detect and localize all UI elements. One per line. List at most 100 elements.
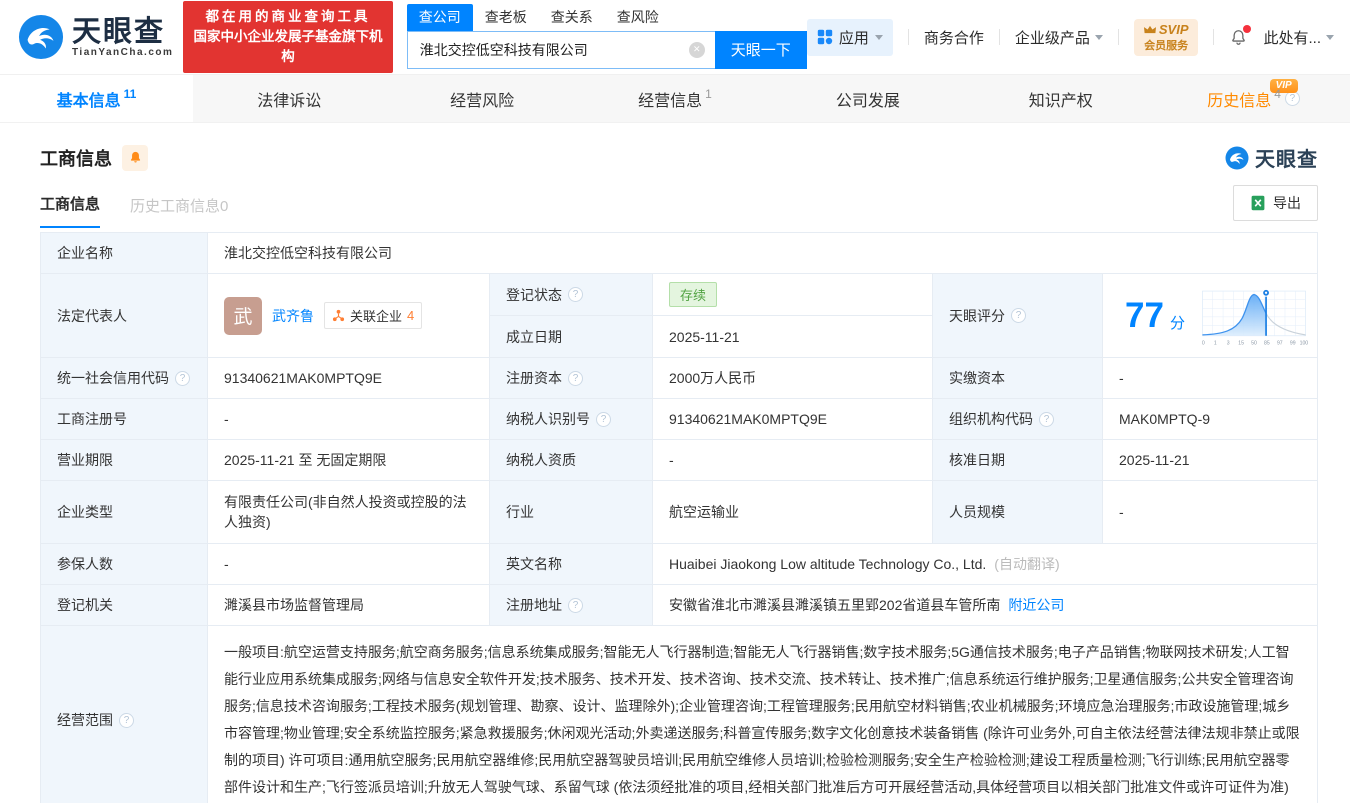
est-date-label: 成立日期 bbox=[490, 316, 653, 358]
promo-line2: 国家中小企业发展子基金旗下机构 bbox=[193, 29, 383, 64]
status-badge: 存续 bbox=[669, 282, 718, 307]
business-term-value: 2025-11-21 至 无固定期限 bbox=[208, 440, 490, 481]
legal-rep-avatar[interactable]: 武 bbox=[224, 296, 262, 335]
taxpayer-quality-label: 纳税人资质 bbox=[490, 440, 653, 481]
logo-subtitle: TianYanCha.com bbox=[72, 46, 174, 58]
help-icon[interactable] bbox=[175, 370, 190, 386]
subscribe-bell-button[interactable] bbox=[122, 144, 148, 171]
reg-number-value: - bbox=[208, 399, 490, 440]
est-date-value: 2025-11-21 bbox=[653, 316, 933, 358]
help-icon[interactable] bbox=[119, 712, 134, 728]
search-tabs: 查公司 查老板 查关系 查风险 bbox=[406, 3, 807, 31]
company-name-value: 淮北交控低空科技有限公司 bbox=[208, 233, 1317, 274]
tab-basic-info[interactable]: 基本信息 11 bbox=[0, 75, 193, 122]
excel-icon bbox=[1251, 195, 1265, 211]
section-title: 工商信息 bbox=[40, 148, 112, 169]
legal-rep-name-link[interactable]: 武齐鲁 bbox=[272, 306, 314, 326]
divider bbox=[1213, 29, 1215, 45]
related-count: 4 bbox=[407, 308, 415, 323]
tab-intellectual-property[interactable]: 知识产权 bbox=[964, 75, 1157, 122]
svip-label: SVIP bbox=[1158, 21, 1189, 37]
search-tab-company[interactable]: 查公司 bbox=[406, 3, 473, 31]
tab-history-info[interactable]: VIP 历史信息 4 bbox=[1157, 75, 1350, 122]
help-icon[interactable] bbox=[1011, 308, 1026, 323]
industry-label: 行业 bbox=[490, 481, 653, 544]
business-info-table: 企业名称 淮北交控低空科技有限公司 法定代表人 武 武齐鲁 关联企业 4 登记状… bbox=[40, 232, 1318, 803]
staff-size-value: - bbox=[1103, 481, 1317, 544]
watermark-logo: 天眼查 bbox=[1225, 143, 1318, 172]
industry-value: 航空运输业 bbox=[653, 481, 933, 544]
chevron-down-icon bbox=[1326, 35, 1334, 44]
nearby-companies-link[interactable]: 附近公司 bbox=[1008, 595, 1064, 615]
score-value: 77 分 0 1 3 15 50 85 97 99 100 bbox=[1103, 274, 1317, 358]
org-code-value: MAK0MPTQ-9 bbox=[1103, 399, 1317, 440]
watermark-text: 天眼查 bbox=[1255, 149, 1318, 171]
svg-text:99: 99 bbox=[1290, 340, 1296, 346]
credit-code-value: 91340621MAK0MPTQ9E bbox=[208, 358, 490, 399]
business-scope-value: 一般项目:航空运营支持服务;航空商务服务;信息系统集成服务;智能无人飞行器制造;… bbox=[208, 626, 1317, 803]
tab-operation-risk[interactable]: 经营风险 bbox=[386, 75, 579, 122]
help-icon[interactable] bbox=[1284, 91, 1300, 106]
related-companies-badge[interactable]: 关联企业 4 bbox=[324, 302, 423, 329]
relation-graph-icon bbox=[332, 309, 345, 322]
score-unit: 分 bbox=[1169, 315, 1185, 332]
staff-size-label: 人员规模 bbox=[933, 481, 1103, 544]
export-button[interactable]: 导出 bbox=[1233, 185, 1318, 221]
user-menu[interactable]: 此处有... bbox=[1263, 27, 1334, 48]
legal-rep-value: 武 武齐鲁 关联企业 4 bbox=[208, 274, 490, 358]
tab-count: 4 bbox=[1274, 86, 1281, 101]
help-icon[interactable] bbox=[1039, 411, 1054, 427]
membership-label: 会员服务 bbox=[1144, 39, 1189, 52]
search-button[interactable]: 天眼一下 bbox=[714, 30, 807, 69]
help-icon[interactable] bbox=[568, 370, 583, 386]
apps-menu-button[interactable]: 应用 bbox=[806, 18, 893, 56]
english-name-label: 英文名称 bbox=[490, 544, 653, 585]
company-name-label: 企业名称 bbox=[41, 233, 208, 274]
promo-line1: 都在用的商业查询工具 bbox=[205, 9, 371, 24]
business-scope-label: 经营范围 bbox=[41, 626, 208, 803]
reg-number-label: 工商注册号 bbox=[41, 399, 208, 440]
reg-authority-label: 登记机关 bbox=[41, 585, 208, 626]
svip-membership-button[interactable]: SVIP 会员服务 bbox=[1133, 18, 1199, 56]
promo-banner: 都在用的商业查询工具 国家中小企业发展子基金旗下机构 bbox=[183, 1, 393, 73]
tianyancha-logo[interactable]: 天眼查 TianYanCha.com bbox=[18, 14, 173, 60]
notifications-button[interactable] bbox=[1229, 24, 1252, 47]
taxpayer-id-label: 纳税人识别号 bbox=[490, 399, 653, 440]
menu-enterprise-products[interactable]: 企业级产品 bbox=[1015, 27, 1103, 48]
subtab-history-business-info[interactable]: 历史工商信息0 bbox=[130, 195, 228, 228]
help-icon[interactable] bbox=[568, 597, 583, 613]
score-number: 77 bbox=[1125, 296, 1164, 335]
notification-dot bbox=[1243, 24, 1252, 33]
clear-search-icon[interactable] bbox=[688, 41, 705, 58]
tab-legal-litigation[interactable]: 法律诉讼 bbox=[193, 75, 386, 122]
menu-business-cooperation[interactable]: 商务合作 bbox=[924, 27, 984, 48]
score-label: 天眼评分 bbox=[933, 274, 1103, 358]
company-nav-tabs: 基本信息 11 法律诉讼 经营风险 经营信息 1 公司发展 知识产权 VIP 历… bbox=[0, 75, 1350, 123]
search-input[interactable] bbox=[406, 30, 715, 69]
svg-text:85: 85 bbox=[1264, 340, 1270, 346]
english-name-value: Huaibei Jiaokong Low altitude Technology… bbox=[653, 544, 1317, 585]
search-tab-boss[interactable]: 查老板 bbox=[473, 4, 539, 31]
svg-text:15: 15 bbox=[1238, 340, 1244, 346]
tab-count: 11 bbox=[123, 86, 137, 101]
tab-operation-info[interactable]: 经营信息 1 bbox=[579, 75, 772, 122]
tab-company-development[interactable]: 公司发展 bbox=[771, 75, 964, 122]
search-tab-risk[interactable]: 查风险 bbox=[605, 4, 671, 31]
business-term-label: 营业期限 bbox=[41, 440, 208, 481]
chevron-down-icon bbox=[874, 35, 883, 44]
search-tab-relation[interactable]: 查关系 bbox=[539, 4, 605, 31]
tab-count: 1 bbox=[705, 86, 712, 101]
approval-date-value: 2025-11-21 bbox=[1103, 440, 1317, 481]
svg-text:97: 97 bbox=[1277, 340, 1283, 346]
help-icon[interactable] bbox=[596, 411, 611, 427]
subtab-business-info[interactable]: 工商信息 bbox=[40, 193, 101, 228]
approval-date-label: 核准日期 bbox=[933, 440, 1103, 481]
reg-status-label: 登记状态 bbox=[490, 274, 653, 316]
user-menu-label: 此处有... bbox=[1263, 29, 1321, 47]
reg-status-value: 存续 bbox=[653, 274, 933, 316]
tianyancha-logo-icon bbox=[1225, 146, 1249, 169]
paid-capital-value: - bbox=[1103, 358, 1317, 399]
reg-capital-label: 注册资本 bbox=[490, 358, 653, 399]
help-icon[interactable] bbox=[568, 287, 583, 302]
org-code-label: 组织机构代码 bbox=[933, 399, 1103, 440]
